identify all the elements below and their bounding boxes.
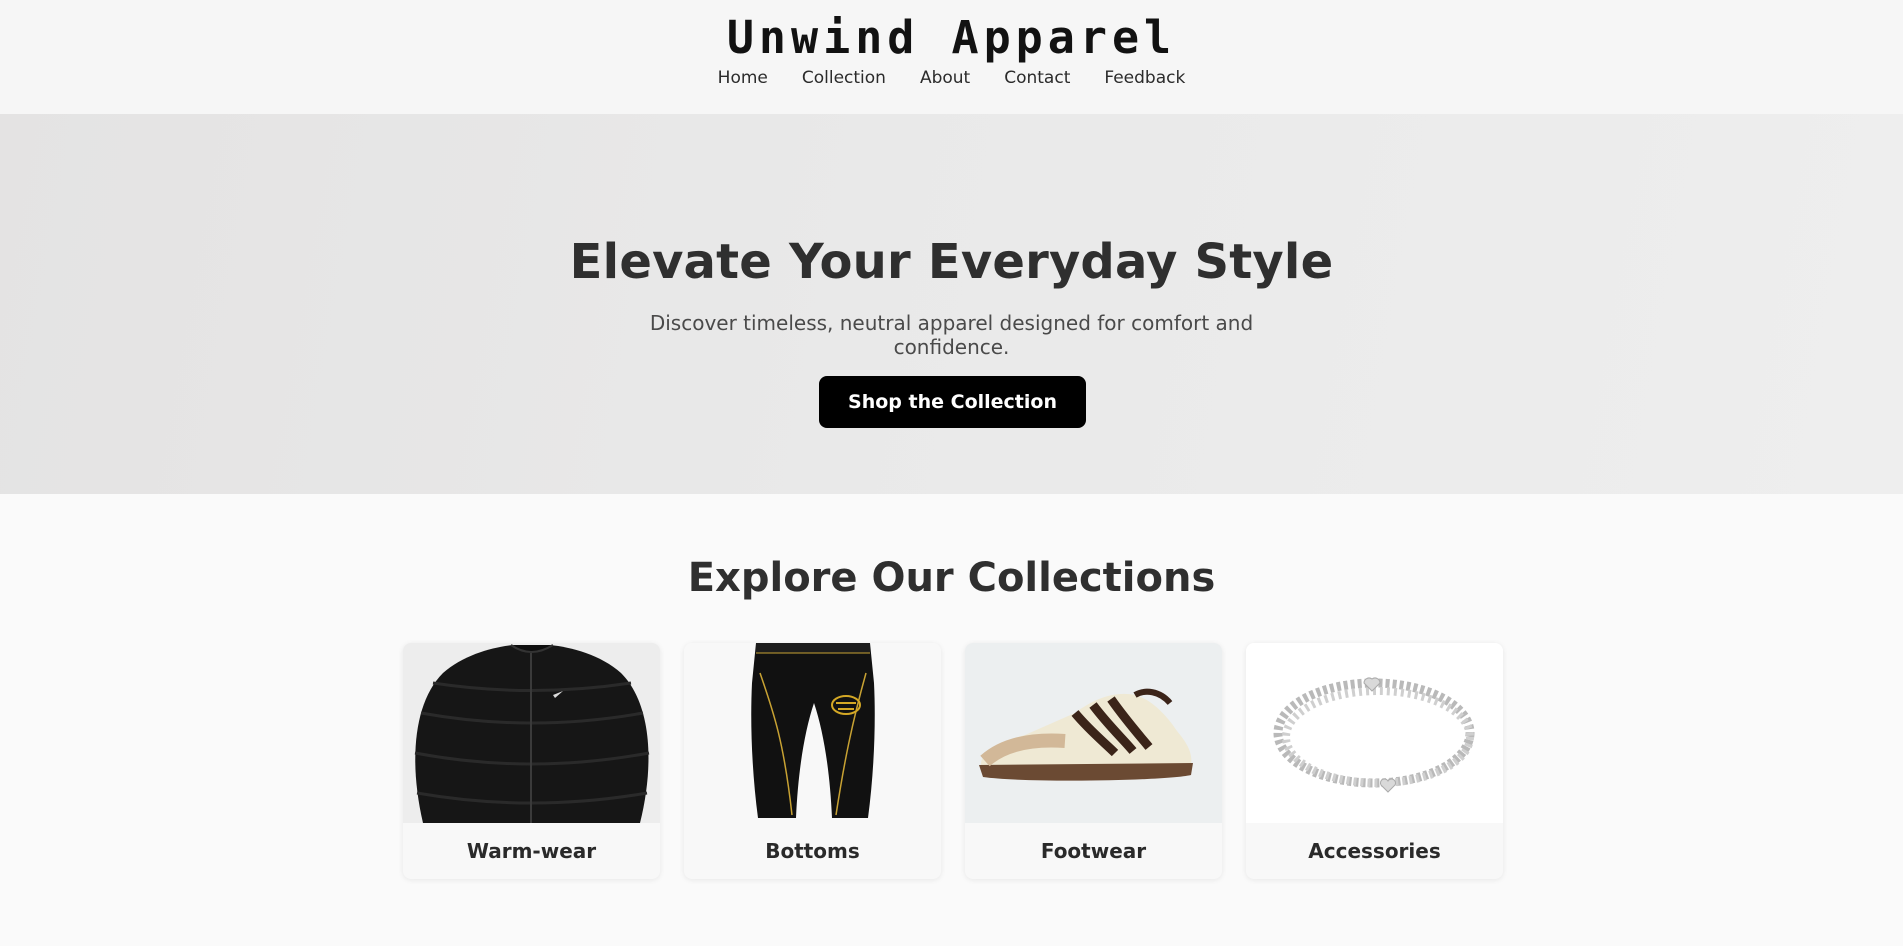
brand-logo[interactable]: Unwind Apparel <box>0 12 1903 64</box>
collection-label: Footwear <box>1040 839 1147 863</box>
silver-bead-bracelet-image <box>1246 643 1503 823</box>
nav-collection[interactable]: Collection <box>802 66 886 90</box>
collection-card-bottoms[interactable]: Bottoms <box>684 643 941 879</box>
site-header: Unwind Apparel Home Collection About Con… <box>0 0 1903 114</box>
collection-label: Warm-wear <box>466 839 597 863</box>
nav-home[interactable]: Home <box>718 66 768 90</box>
main-nav: Home Collection About Contact Feedback <box>0 66 1903 90</box>
collection-label: Bottoms <box>765 839 860 863</box>
collection-card-warm-wear[interactable]: Warm-wear <box>403 643 660 879</box>
hero-banner: Elevate Your Everyday Style Discover tim… <box>0 114 1903 494</box>
shop-collection-button[interactable]: Shop the Collection <box>819 376 1086 428</box>
nav-contact[interactable]: Contact <box>1004 66 1070 90</box>
cream-brown-sneaker-image <box>965 643 1222 823</box>
black-puffer-jacket-image <box>403 643 660 823</box>
hero-subtitle: Discover timeless, neutral apparel desig… <box>649 311 1254 359</box>
collection-card-footwear[interactable]: Footwear <box>965 643 1222 879</box>
collection-label: Accessories <box>1308 839 1441 863</box>
hero-title: Elevate Your Everyday Style <box>569 234 1334 290</box>
collection-card-accessories[interactable]: Accessories <box>1246 643 1503 879</box>
collections-title: Explore Our Collections <box>687 555 1216 601</box>
nav-feedback[interactable]: Feedback <box>1104 66 1185 90</box>
nav-about[interactable]: About <box>920 66 970 90</box>
black-joggers-image <box>684 643 941 823</box>
